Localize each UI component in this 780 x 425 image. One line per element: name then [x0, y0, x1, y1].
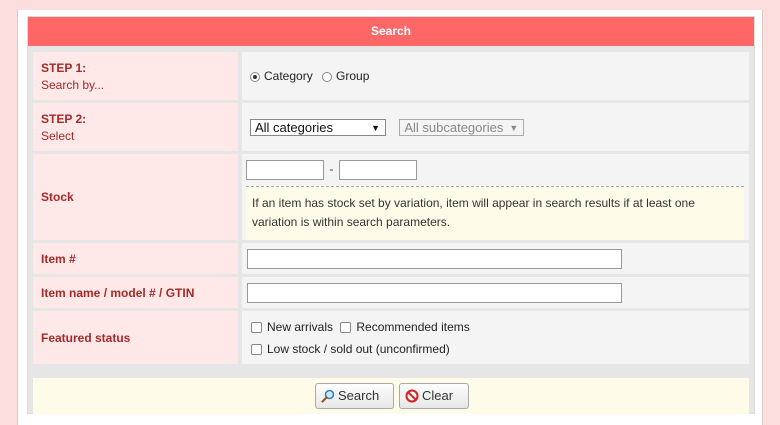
new-arrivals-checkbox[interactable]	[251, 321, 262, 333]
step1-title: STEP 1:	[41, 60, 87, 75]
low-stock-checkbox[interactable]	[251, 343, 262, 355]
search-panel: Search STEP 1: Search by... Category Gro…	[27, 16, 755, 414]
step1-value: Category Group	[242, 52, 749, 100]
item-name-input[interactable]	[247, 282, 622, 303]
row-step1: STEP 1: Search by... Category Group	[33, 52, 749, 100]
row-step2: STEP 2: Select All categories ▼ All subca…	[33, 103, 749, 151]
no-entry-icon	[405, 389, 419, 403]
category-radio[interactable]	[250, 72, 260, 82]
row-stock: Stock - If an item has stock set by vari…	[33, 154, 749, 240]
featured-label: Featured status	[33, 311, 238, 364]
item-no-input[interactable]	[247, 248, 622, 269]
search-button[interactable]: Search	[315, 383, 394, 409]
row-item-no: Item #	[33, 243, 749, 274]
panel-header: Search	[28, 17, 754, 46]
page-frame: Search STEP 1: Search by... Category Gro…	[17, 10, 763, 425]
featured-value: New arrivals Recommended items Low stock…	[242, 311, 749, 364]
stock-min-input[interactable]	[246, 159, 324, 180]
stock-label: Stock	[33, 154, 238, 240]
category-select-value: All categories	[255, 119, 334, 135]
category-radio-label[interactable]: Category	[264, 69, 313, 83]
item-name-label: Item name / model # / GTIN	[33, 277, 238, 308]
item-name-value	[242, 277, 749, 308]
category-select[interactable]: All categories ▼	[250, 118, 386, 136]
magnifier-icon	[321, 389, 335, 403]
chevron-down-icon: ▼	[371, 122, 380, 133]
stock-max-input[interactable]	[338, 159, 417, 180]
clear-button-label: Clear	[422, 388, 454, 403]
search-form: STEP 1: Search by... Category Group STEP…	[33, 49, 749, 367]
low-stock-label[interactable]: Low stock / sold out (unconfirmed)	[267, 342, 450, 356]
subcategory-select[interactable]: All subcategories ▼	[399, 118, 525, 136]
row-featured: Featured status New arrivals Recommended…	[33, 311, 749, 364]
row-item-name: Item name / model # / GTIN	[33, 277, 749, 308]
button-bar: Search Clear	[33, 378, 749, 414]
item-no-value	[242, 243, 749, 274]
group-radio[interactable]	[322, 72, 333, 82]
step2-label: STEP 2: Select	[33, 103, 238, 151]
stock-value: - If an item has stock set by variation,…	[242, 154, 749, 240]
clear-button[interactable]: Clear	[399, 383, 469, 409]
group-radio-label[interactable]: Group	[336, 69, 369, 83]
recommended-label[interactable]: Recommended items	[356, 320, 469, 334]
step1-label: STEP 1: Search by...	[33, 52, 238, 100]
step1-sub: Search by...	[41, 77, 105, 92]
chevron-down-icon: ▼	[509, 122, 519, 133]
subcategory-select-value: All subcategories	[404, 119, 504, 135]
recommended-checkbox[interactable]	[340, 321, 352, 333]
step2-value: All categories ▼ All subcategories ▼	[242, 103, 749, 151]
stock-note: If an item has stock set by variation, i…	[246, 185, 744, 240]
search-button-label: Search	[338, 388, 380, 403]
item-no-label: Item #	[33, 243, 238, 274]
new-arrivals-label[interactable]: New arrivals	[267, 320, 333, 334]
step2-title: STEP 2:	[41, 111, 87, 126]
step2-sub: Select	[41, 128, 75, 143]
stock-separator: -	[329, 161, 334, 176]
